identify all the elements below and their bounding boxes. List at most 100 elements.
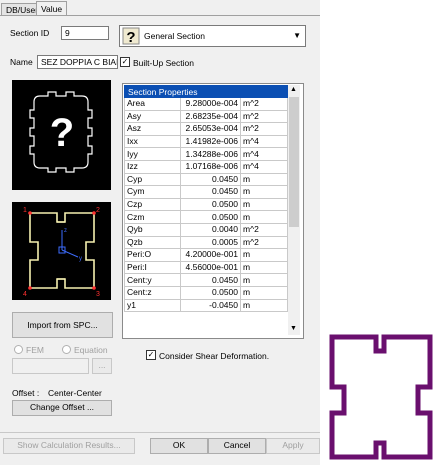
table-row[interactable]: Asy 2.68235e-004 m^2 xyxy=(124,109,288,124)
property-name-cell: Ixx xyxy=(124,134,181,149)
question-icon: ? xyxy=(122,27,140,45)
tab-underline xyxy=(0,15,320,16)
property-value-cell: 0.0450 xyxy=(180,273,241,287)
property-value-cell: 9.28000e-004 xyxy=(180,97,241,111)
property-name-cell: Qzb xyxy=(124,235,181,250)
property-unit-cell: m xyxy=(240,172,288,187)
property-unit-cell: m^2 xyxy=(240,97,288,111)
section-shape-preview: 1 2 3 4 y z xyxy=(23,207,100,298)
property-unit-cell: m xyxy=(240,260,288,275)
apply-button[interactable]: Apply xyxy=(266,438,320,454)
property-unit-cell: m^2 xyxy=(240,122,288,136)
corner-label-2: 2 xyxy=(96,207,100,214)
property-value-cell: -0.0450 xyxy=(180,298,241,313)
section-type-value: General Section xyxy=(144,31,205,41)
built-up-label: Built-Up Section xyxy=(133,58,194,68)
property-name-cell: Cent:z xyxy=(124,285,181,300)
table-row[interactable]: Iyy 1.34288e-006 m^4 xyxy=(124,147,288,161)
property-unit-cell: m xyxy=(240,210,288,224)
equation-label: Equation xyxy=(74,345,108,355)
property-value-cell: 1.34288e-006 xyxy=(180,147,241,161)
shear-deformation-checkbox[interactable]: ✓ xyxy=(146,350,156,360)
property-name-cell: Czp xyxy=(124,197,181,212)
fem-label: FEM xyxy=(26,345,44,355)
section-type-select[interactable]: ? General Section ▼ xyxy=(119,25,306,47)
section-dialog-panel: DB/User Value Section ID 9 Name SEZ DOPP… xyxy=(0,0,320,465)
import-from-spc-button[interactable]: Import from SPC... xyxy=(12,312,113,338)
property-value-cell: 2.65053e-004 xyxy=(180,122,241,136)
property-name-cell: Cent:y xyxy=(124,273,181,287)
properties-scrollbar[interactable]: ▲ ▼ xyxy=(288,85,300,335)
chevron-down-icon[interactable]: ▼ xyxy=(293,31,301,40)
table-row[interactable]: Area 9.28000e-004 m^2 xyxy=(124,97,288,111)
property-unit-cell: m^2 xyxy=(240,109,288,124)
ok-button[interactable]: OK xyxy=(150,438,208,454)
name-input[interactable]: SEZ DOPPIA C BIAN xyxy=(37,55,118,69)
table-row[interactable]: Cent:z 0.0500 m xyxy=(124,285,288,300)
property-value-cell: 4.20000e-001 xyxy=(180,248,241,262)
property-unit-cell: m^2 xyxy=(240,235,288,250)
table-row[interactable]: y1 -0.0450 m xyxy=(124,298,288,313)
section-id-input[interactable]: 9 xyxy=(61,26,109,40)
offset-label: Offset : xyxy=(12,388,40,398)
equation-radio[interactable] xyxy=(62,345,71,354)
property-name-cell: Area xyxy=(124,97,181,111)
section-type-image: ? xyxy=(12,80,111,190)
property-name-cell: Asy xyxy=(124,109,181,124)
table-row[interactable]: Asz 2.65053e-004 m^2 xyxy=(124,122,288,136)
table-row[interactable]: Qyb 0.0040 m^2 xyxy=(124,222,288,237)
show-calculation-results-button[interactable]: Show Calculation Results... xyxy=(3,438,135,454)
property-value-cell: 0.0005 xyxy=(180,235,241,250)
table-row[interactable]: Cent:y 0.0450 m xyxy=(124,273,288,287)
shear-deformation-label: Consider Shear Deformation. xyxy=(159,351,270,361)
built-up-checkbox[interactable]: ✓ xyxy=(120,57,130,67)
table-row[interactable]: Peri:I 4.56000e-001 m xyxy=(124,260,288,275)
table-row[interactable]: Qzb 0.0005 m^2 xyxy=(124,235,288,250)
property-name-cell: Izz xyxy=(124,159,181,174)
property-unit-cell: m xyxy=(240,273,288,287)
table-row[interactable]: Cyp 0.0450 m xyxy=(124,172,288,187)
property-name-cell: Iyy xyxy=(124,147,181,161)
equation-path-field[interactable] xyxy=(12,358,89,374)
table-row[interactable]: Czp 0.0500 m xyxy=(124,197,288,212)
scroll-up-arrow-icon[interactable]: ▲ xyxy=(290,86,297,93)
property-value-cell: 0.0500 xyxy=(180,197,241,212)
footer-divider xyxy=(0,432,320,433)
property-name-cell: Peri:O xyxy=(124,248,181,262)
gear-question-icon: ? xyxy=(29,91,93,173)
section-outline-drawing xyxy=(329,334,433,460)
section-properties-table: Section Properties Area 9.28000e-004 m^2 As… xyxy=(124,85,288,313)
fem-radio[interactable] xyxy=(14,345,23,354)
table-row[interactable]: Cym 0.0450 m xyxy=(124,185,288,199)
browse-button[interactable]: ... xyxy=(92,358,112,374)
property-value-cell: 4.56000e-001 xyxy=(180,260,241,275)
property-unit-cell: m^4 xyxy=(240,134,288,149)
scroll-down-arrow-icon[interactable]: ▼ xyxy=(290,325,297,332)
property-name-cell: Peri:I xyxy=(124,260,181,275)
property-name-cell: Czm xyxy=(124,210,181,224)
corner-label-3: 3 xyxy=(96,291,100,298)
change-offset-button[interactable]: Change Offset ... xyxy=(12,400,112,416)
table-row[interactable]: Czm 0.0500 m xyxy=(124,210,288,224)
offset-value: Center-Center xyxy=(48,388,102,398)
scrollbar-thumb[interactable] xyxy=(289,97,299,227)
tab-value[interactable]: Value xyxy=(36,1,68,16)
property-name-cell: y1 xyxy=(124,298,181,313)
property-unit-cell: m xyxy=(240,285,288,300)
corner-label-4: 4 xyxy=(23,291,27,298)
section-id-label: Section ID xyxy=(10,28,50,38)
table-row[interactable]: Izz 1.07168e-006 m^4 xyxy=(124,159,288,174)
property-unit-cell: m xyxy=(240,298,288,313)
table-row[interactable]: Ixx 1.41982e-006 m^4 xyxy=(124,134,288,149)
property-name-cell: Asz xyxy=(124,122,181,136)
property-value-cell: 1.41982e-006 xyxy=(180,134,241,149)
property-name-cell: Cym xyxy=(124,185,181,199)
table-row[interactable]: Peri:O 4.20000e-001 m xyxy=(124,248,288,262)
property-unit-cell: m xyxy=(240,248,288,262)
svg-text:?: ? xyxy=(50,111,74,155)
cancel-button[interactable]: Cancel xyxy=(208,438,266,454)
name-label: Name xyxy=(10,57,33,67)
axis-z-label: z xyxy=(64,228,67,234)
property-value-cell: 1.07168e-006 xyxy=(180,159,241,174)
svg-text:?: ? xyxy=(126,29,135,45)
